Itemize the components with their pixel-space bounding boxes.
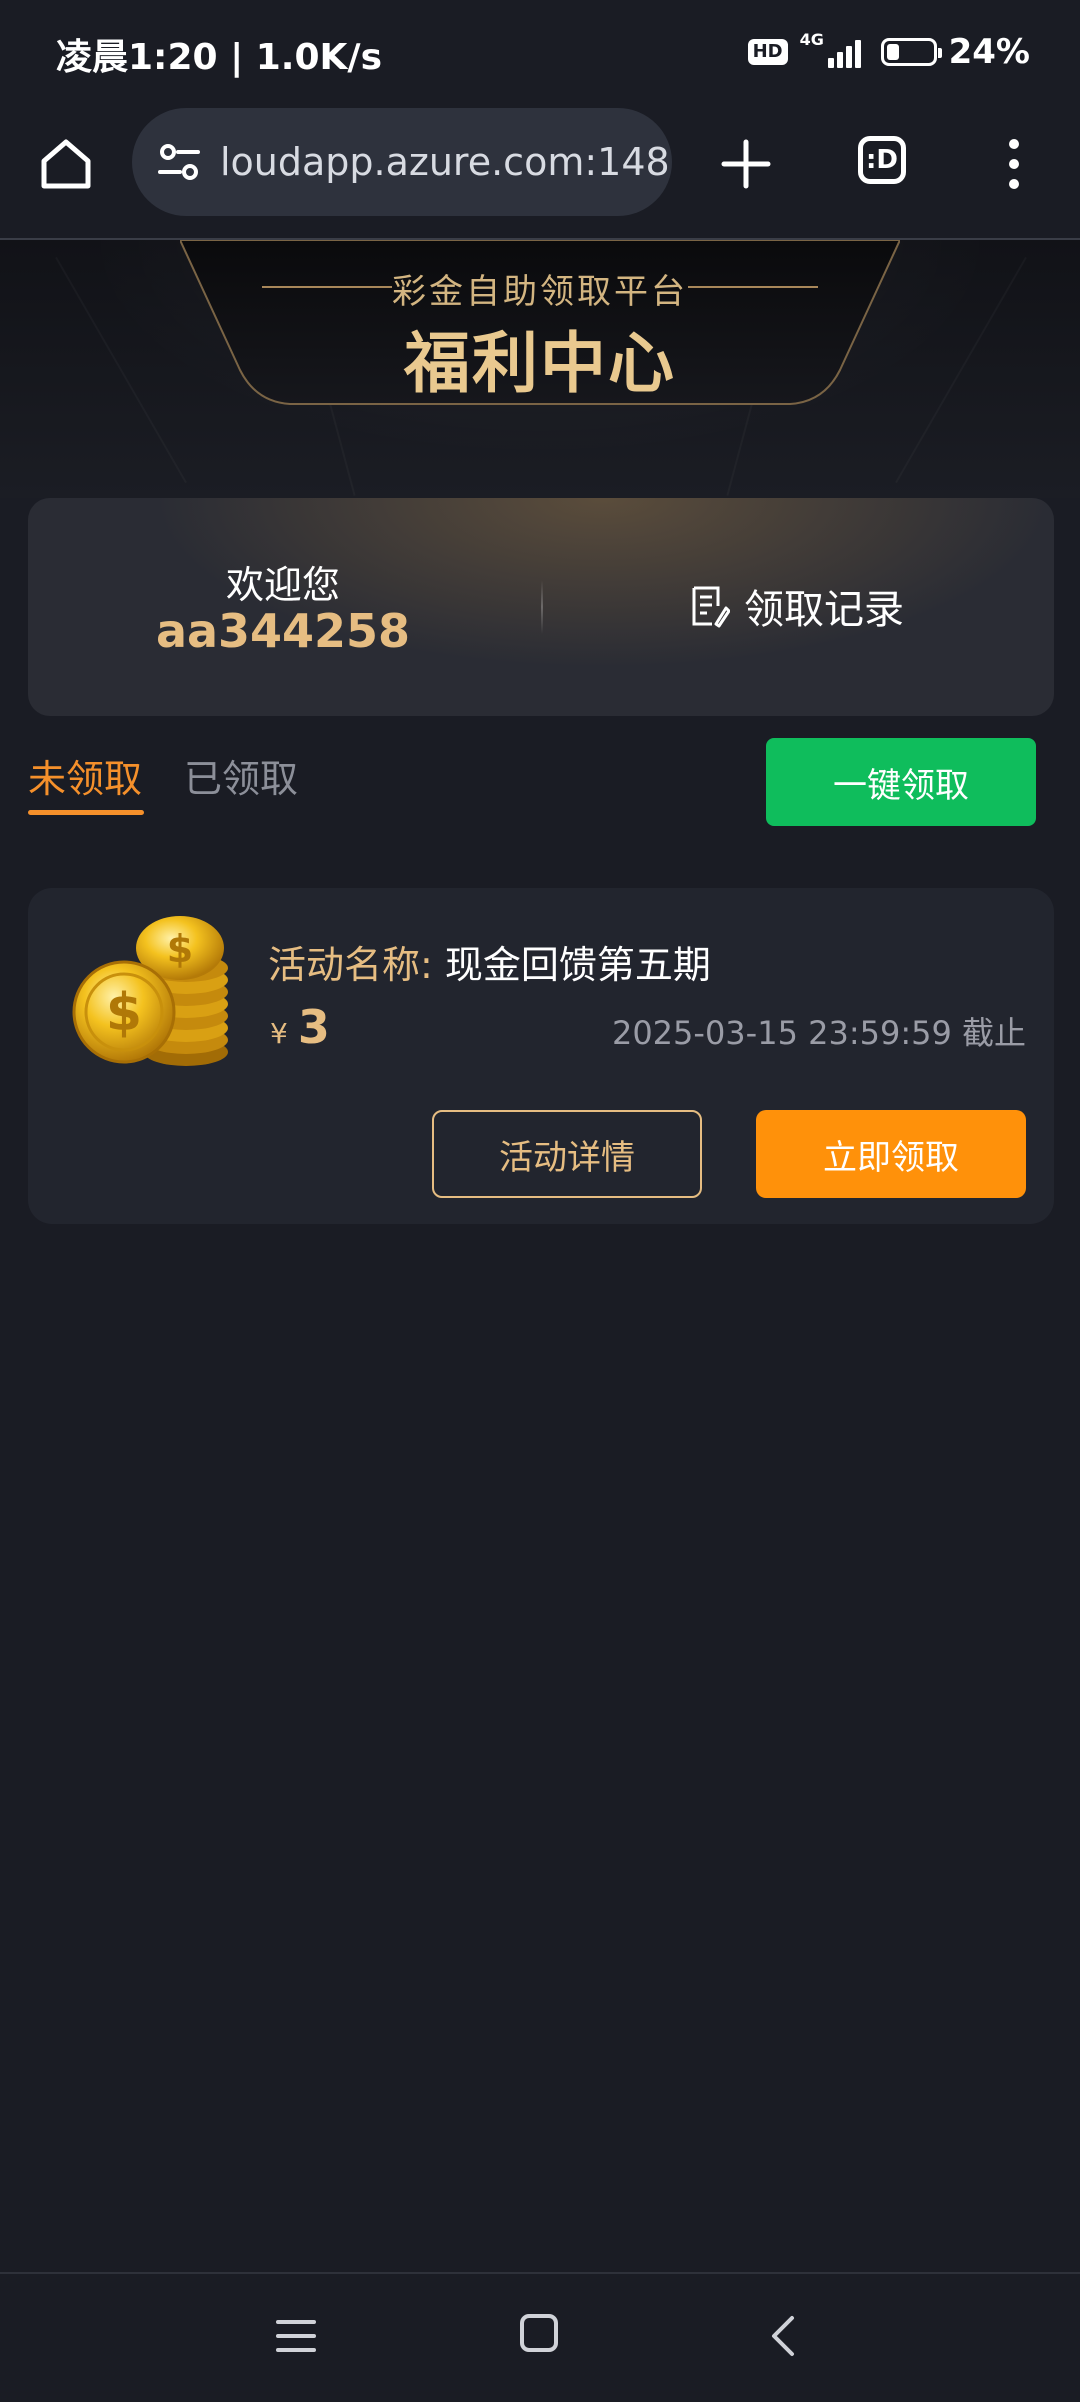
home-icon[interactable] [36,134,96,194]
tab-active-indicator [28,810,144,815]
svg-text:$: $ [167,927,193,971]
tabs-icon: :D [866,145,898,175]
tab-unclaimed[interactable]: 未领取 [28,748,142,803]
hero-banner: 彩金自助领取平台 福利中心 [0,240,1080,498]
browser-toolbar: loudapp.azure.com:148 :D [0,108,1080,240]
welcome-label: 欢迎您 [225,563,340,607]
card-divider [541,580,543,634]
recents-icon[interactable] [274,2316,318,2356]
activity-name-label: 活动名称: [268,943,433,987]
activity-details-button[interactable]: 活动详情 [432,1110,702,1198]
address-bar[interactable]: loudapp.azure.com:148 [132,108,672,216]
site-settings-icon[interactable] [154,136,206,188]
back-icon[interactable] [768,2314,798,2358]
activity-name-row: 活动名称: 现金回馈第五期 [268,934,711,989]
records-link[interactable]: 领取记录 [690,576,904,636]
reward-amount: ¥ 3 [270,1000,330,1054]
activity-name: 现金回馈第五期 [444,943,711,987]
welcome-card: 欢迎您 aa344258 领取记录 [28,498,1054,716]
tab-claimed[interactable]: 已领取 [184,748,298,803]
svg-text:$: $ [106,983,142,1043]
claim-now-button[interactable]: 立即领取 [756,1110,1026,1198]
activity-card: $ $ 活动名称: 现金回馈第五期 ¥ 3 2025-03-15 23:59:5… [28,888,1054,1224]
hero-subtitle: 彩金自助领取平台 [392,272,688,312]
deadline: 2025-03-15 23:59:59 截止 [611,1014,1026,1052]
battery-icon [880,38,942,66]
system-nav-bar [0,2272,1080,2402]
gold-coins-icon: $ $ [72,916,228,1066]
hero-title: 福利中心 [404,325,676,402]
tabs-button[interactable]: :D [858,136,906,184]
record-edit-icon [692,586,730,628]
records-label: 领取记录 [744,587,904,633]
status-time: 凌晨1:20 | 1.0K/s [56,37,383,78]
claim-all-button[interactable]: 一键领取 [766,738,1036,826]
hero-plaque: 彩金自助领取平台 福利中心 [180,240,900,406]
hd-badge: HD [747,39,788,65]
amount-value: 3 [297,1000,330,1054]
new-tab-icon[interactable] [716,134,776,194]
currency-symbol: ¥ [270,1017,288,1050]
status-bar: 凌晨1:20 | 1.0K/s HD 4G 24% [0,0,1080,108]
nav-home-icon[interactable] [520,2314,558,2352]
url-text[interactable]: loudapp.azure.com:148 [220,140,670,184]
username: aa344258 [155,604,411,658]
more-vert-icon[interactable] [1000,136,1028,192]
battery-percent: 24% [948,32,1030,72]
status-icons: HD 4G 24% [747,28,1030,76]
signal-icon: 4G [800,30,861,68]
network-type: 4G [799,30,824,49]
